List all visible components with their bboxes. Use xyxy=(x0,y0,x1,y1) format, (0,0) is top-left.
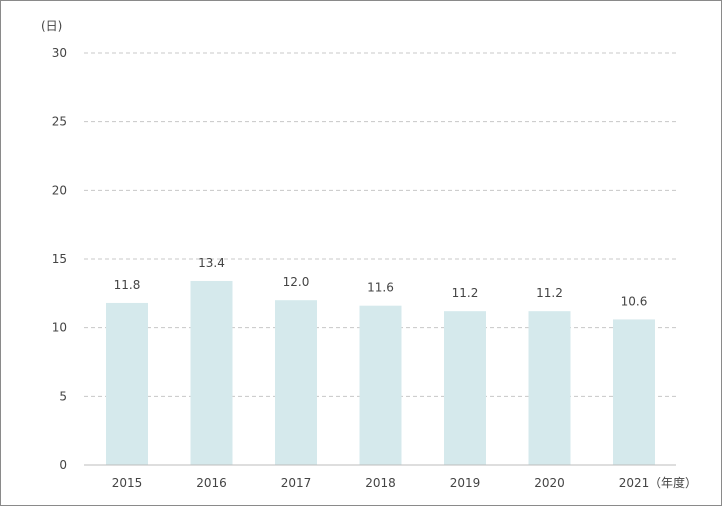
bars xyxy=(106,280,655,465)
y-tick-label: 15 xyxy=(52,252,67,266)
bar-2019 xyxy=(444,311,486,465)
chart-frame: (日) （年度） 0 5 10 15 20 25 30 11.8 13.4 12.0 11.6 11… xyxy=(0,0,722,506)
bar-chart: (日) （年度） 0 5 10 15 20 25 30 11.8 13.4 12.0 11.6 11… xyxy=(41,19,697,490)
x-tick-label: 2018 xyxy=(365,476,396,490)
x-tick-label: 2016 xyxy=(196,476,227,490)
y-tick-label: 10 xyxy=(52,321,67,335)
bar-2017 xyxy=(275,300,317,465)
y-tick-label: 20 xyxy=(52,183,67,197)
value-label: 12.0 xyxy=(283,275,310,289)
x-tick-label: 2019 xyxy=(450,476,481,490)
x-axis-ticks: 2015 2016 2017 2018 2019 2020 2021 xyxy=(112,476,650,490)
value-label: 13.4 xyxy=(198,256,225,270)
x-tick-label: 2017 xyxy=(281,476,312,490)
value-label: 11.2 xyxy=(452,286,479,300)
bar-2016 xyxy=(190,280,233,465)
value-label: 11.8 xyxy=(114,278,141,292)
x-tick-label: 2021 xyxy=(619,476,650,490)
bar-2015 xyxy=(106,302,148,465)
value-label: 10.6 xyxy=(621,294,648,308)
value-label: 11.2 xyxy=(536,286,563,300)
bar-2020 xyxy=(528,311,571,465)
y-tick-label: 30 xyxy=(52,46,67,60)
y-unit-label: (日) xyxy=(41,19,62,33)
y-tick-label: 5 xyxy=(59,389,67,403)
y-tick-label: 25 xyxy=(52,115,67,129)
value-label: 11.6 xyxy=(367,281,394,295)
x-tick-label: 2020 xyxy=(534,476,565,490)
x-unit-label: （年度） xyxy=(649,475,697,490)
bar-2021 xyxy=(613,319,655,465)
bar-2018 xyxy=(359,305,402,465)
x-tick-label: 2015 xyxy=(112,476,143,490)
y-axis-ticks: 0 5 10 15 20 25 30 xyxy=(52,46,67,472)
y-tick-label: 0 xyxy=(59,458,67,472)
